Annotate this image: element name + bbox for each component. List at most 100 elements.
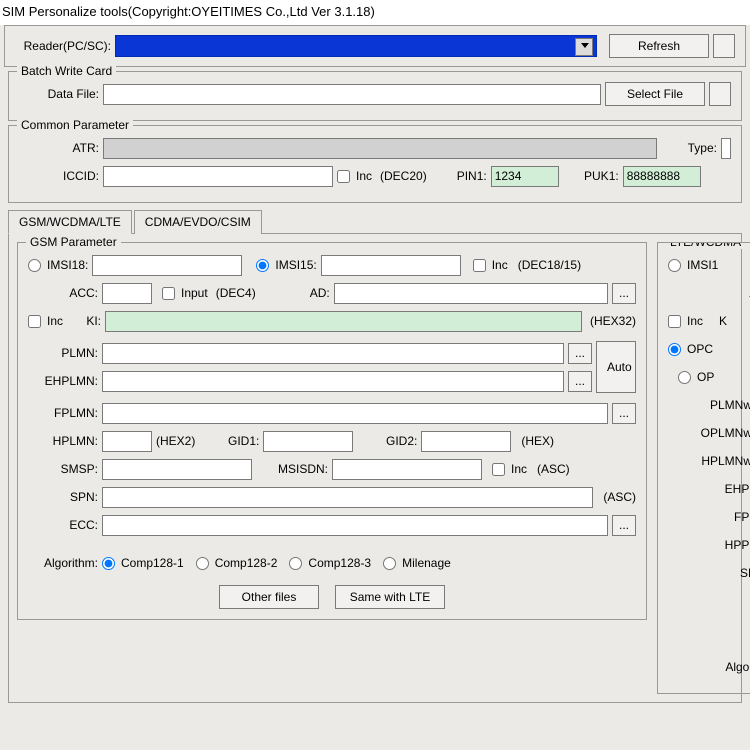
imsi-dec-label: (DEC18/15) <box>518 258 581 272</box>
imsi-inc-checkbox[interactable] <box>473 259 486 272</box>
batch-fieldset: Batch Write Card Data File: Select File <box>8 71 742 121</box>
gid1-input[interactable] <box>263 431 353 452</box>
algo4-label: Milenage <box>402 556 451 570</box>
algo2-radio[interactable] <box>196 557 209 570</box>
select-file-button[interactable]: Select File <box>605 82 705 106</box>
imsi15-input[interactable] <box>321 255 461 276</box>
lte-sms-label: SMS <box>740 566 750 580</box>
lte-imsi1-label: IMSI1 <box>687 258 718 272</box>
ki-input[interactable] <box>105 311 582 332</box>
acc-input-checkbox[interactable] <box>162 287 175 300</box>
algo3-radio[interactable] <box>289 557 302 570</box>
ki-label: KI: <box>67 314 101 328</box>
iccid-dec20-label: (DEC20) <box>380 169 427 183</box>
gid-hex-label: (HEX) <box>521 434 554 448</box>
gsm-title: GSM Parameter <box>26 235 121 249</box>
algo2-label: Comp128-2 <box>215 556 278 570</box>
reader-label: Reader(PC/SC): <box>15 39 111 53</box>
algo1-label: Comp128-1 <box>121 556 184 570</box>
gid2-input[interactable] <box>421 431 511 452</box>
type-label: Type: <box>671 141 717 155</box>
imsi15-radio[interactable] <box>256 259 269 272</box>
ki-inc-checkbox[interactable] <box>28 315 41 328</box>
fplmn-label: FPLMN: <box>28 406 98 420</box>
fplmn-browse-button[interactable]: ... <box>612 403 636 424</box>
hplmn-hex2-label: (HEX2) <box>156 434 195 448</box>
spn-asc-label: (ASC) <box>603 490 636 504</box>
type-field[interactable] <box>721 138 731 159</box>
lte-fieldset: LTE/WCDMA IMSI1 AC IncK OPC OP PLMNwAc O… <box>657 242 750 694</box>
imsi18-label: IMSI18: <box>47 258 88 272</box>
imsi18-radio[interactable] <box>28 259 41 272</box>
ki-inc-label: Inc <box>47 314 63 328</box>
same-with-lte-button[interactable]: Same with LTE <box>335 585 445 609</box>
tab-bar: GSM/WCDMA/LTE CDMA/EVDO/CSIM <box>8 209 742 233</box>
ad-label: AD: <box>260 286 330 300</box>
reader-select[interactable] <box>115 35 597 57</box>
fplmn-input[interactable] <box>102 403 608 424</box>
msisdn-asc-label: (ASC) <box>537 462 570 476</box>
acc-input[interactable] <box>102 283 152 304</box>
batch-extra-button[interactable] <box>709 82 731 106</box>
window-title: SIM Personalize tools(Copyright:OYEITIME… <box>0 0 750 25</box>
lte-opc-radio[interactable] <box>668 343 681 356</box>
lte-opc-label: OPC <box>687 342 713 356</box>
smsp-input[interactable] <box>102 459 252 480</box>
imsi15-label: IMSI15: <box>275 258 316 272</box>
tab-body: GSM Parameter IMSI18: IMSI15: Inc (DEC18… <box>8 233 742 703</box>
iccid-input[interactable] <box>103 166 333 187</box>
lte-hplmnwa-label: HPLMNwAc <box>701 454 750 468</box>
msisdn-input[interactable] <box>332 459 482 480</box>
acc-label: ACC: <box>28 286 98 300</box>
lte-algorith-label: Algorith <box>725 660 750 674</box>
auto-button[interactable]: Auto <box>596 341 636 393</box>
ad-input[interactable] <box>334 283 608 304</box>
common-fieldset: Common Parameter ATR: Type: ICCID: Inc (… <box>8 125 742 203</box>
hplmn-label: HPLMN: <box>28 434 98 448</box>
ehplmn-input[interactable] <box>102 371 564 392</box>
algo-label: Algorithm: <box>28 556 98 570</box>
iccid-label: ICCID: <box>19 169 99 183</box>
refresh-button[interactable]: Refresh <box>609 34 709 58</box>
other-files-button[interactable]: Other files <box>219 585 319 609</box>
hplmn-input[interactable] <box>102 431 152 452</box>
iccid-inc-checkbox[interactable] <box>337 170 350 183</box>
ecc-label: ECC: <box>28 518 98 532</box>
chevron-down-icon <box>581 43 589 48</box>
lte-inc-checkbox[interactable] <box>668 315 681 328</box>
lte-op-radio[interactable] <box>678 371 691 384</box>
ki-hex32-label: (HEX32) <box>590 314 636 328</box>
msisdn-inc-label: Inc <box>511 462 527 476</box>
ehplmn-label: EHPLMN: <box>28 374 98 388</box>
algo1-radio[interactable] <box>102 557 115 570</box>
acc-input-label: Input <box>181 286 208 300</box>
lte-op-label: OP <box>697 370 714 384</box>
tab-cdma[interactable]: CDMA/EVDO/CSIM <box>134 210 262 234</box>
lte-plmnwa-label: PLMNwAc <box>710 398 750 412</box>
ecc-browse-button[interactable]: ... <box>612 515 636 536</box>
ecc-input[interactable] <box>102 515 608 536</box>
plmn-input[interactable] <box>102 343 564 364</box>
reader-extra-button[interactable] <box>713 34 735 58</box>
atr-field <box>103 138 657 159</box>
lte-hpplm-label: HPPLM <box>725 538 750 552</box>
acc-dec4-label: (DEC4) <box>216 286 256 300</box>
puk1-input[interactable] <box>623 166 701 187</box>
spn-input[interactable] <box>102 487 593 508</box>
msisdn-inc-checkbox[interactable] <box>492 463 505 476</box>
atr-label: ATR: <box>19 141 99 155</box>
lte-title: LTE/WCDMA <box>666 242 745 249</box>
plmn-browse-button[interactable]: ... <box>568 343 592 364</box>
pin1-input[interactable] <box>491 166 559 187</box>
ad-browse-button[interactable]: ... <box>612 283 636 304</box>
datafile-input[interactable] <box>103 84 601 105</box>
tab-gsm[interactable]: GSM/WCDMA/LTE <box>8 210 132 234</box>
algo4-radio[interactable] <box>383 557 396 570</box>
puk1-label: PUK1: <box>563 169 619 183</box>
lte-imsi1-radio[interactable] <box>668 259 681 272</box>
imsi18-input[interactable] <box>92 255 242 276</box>
lte-ehplm-label: EHPLM <box>725 482 750 496</box>
lte-k-label: K <box>719 314 727 328</box>
ehplmn-browse-button[interactable]: ... <box>568 371 592 392</box>
algo3-label: Comp128-3 <box>308 556 371 570</box>
